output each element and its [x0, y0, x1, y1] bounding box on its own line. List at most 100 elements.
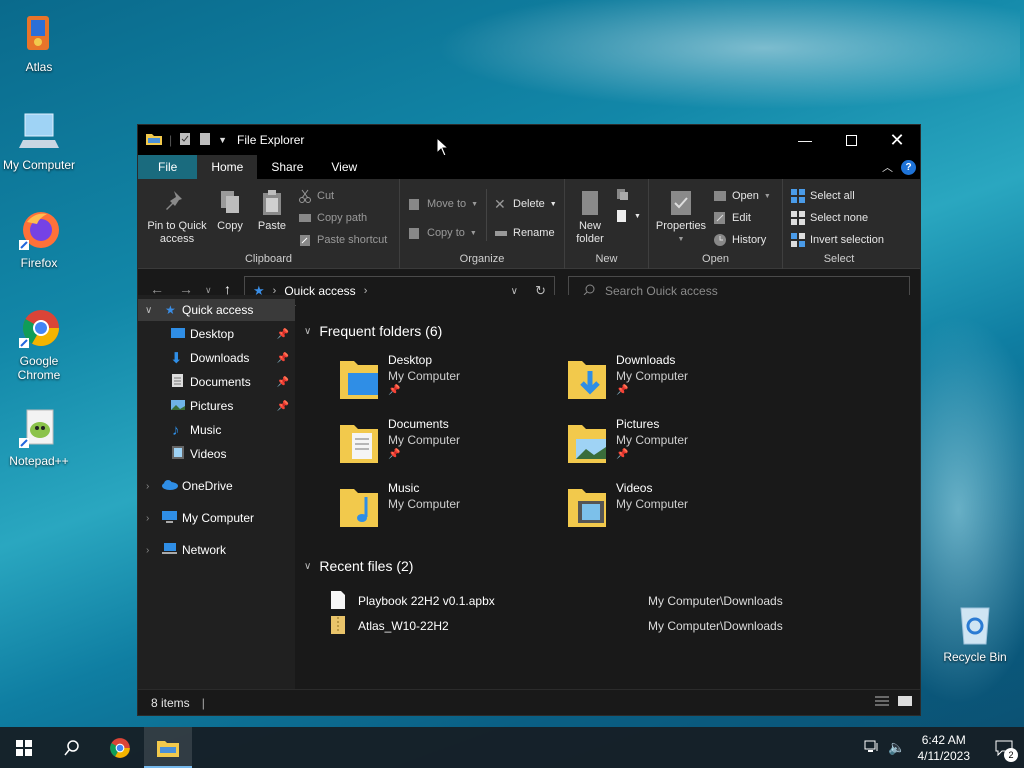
music-folder-icon — [338, 485, 380, 529]
properties-quick-icon[interactable] — [178, 132, 192, 149]
desktop-icon-atlas[interactable]: Atlas — [0, 12, 78, 74]
close-button[interactable]: ✕ — [874, 125, 920, 155]
history-label: History — [732, 234, 767, 246]
nav-item-documents[interactable]: Documents 📌 — [138, 371, 295, 393]
nav-item-downloads[interactable]: ⬇ Downloads 📌 — [138, 347, 295, 369]
nav-label: Documents — [190, 375, 251, 389]
section-header-frequent[interactable]: ∨ Frequent folders (6) — [304, 323, 442, 339]
desktop-icon-firefox[interactable]: Firefox — [0, 208, 78, 270]
download-arrow-icon: ⬇ — [170, 350, 183, 367]
paste-shortcut-button[interactable]: Paste shortcut — [298, 233, 387, 247]
section-header-recent[interactable]: ∨ Recent files (2) — [304, 558, 413, 574]
cut-label: Cut — [317, 190, 335, 202]
desktop-folder-icon — [338, 357, 380, 401]
folder-tile-desktop[interactable]: Desktop My Computer 📌 — [338, 353, 558, 409]
chevron-right-icon[interactable]: › — [146, 545, 149, 556]
easy-access-button[interactable]: ▼ — [615, 209, 641, 223]
desktop-icon-label: Atlas — [25, 60, 53, 74]
chrome-icon — [110, 737, 130, 758]
desktop-icon-my-computer[interactable]: My Computer — [0, 110, 78, 172]
nav-item-onedrive[interactable]: › OneDrive — [138, 475, 295, 497]
select-none-button[interactable]: Select none — [791, 211, 868, 225]
copy-button[interactable]: Copy — [212, 189, 248, 233]
nav-item-desktop[interactable]: Desktop 📌 — [138, 323, 295, 345]
paste-button[interactable]: Paste — [254, 189, 290, 233]
action-center-button[interactable]: 2 — [984, 727, 1024, 768]
easy-access-icon — [615, 209, 629, 223]
rename-button[interactable]: Rename — [494, 226, 555, 240]
group-clipboard: Pin to Quick access Copy Paste Cut Copy … — [138, 179, 400, 269]
chevron-down-icon[interactable]: ∨ — [304, 561, 311, 572]
scissors-icon — [298, 189, 312, 203]
customize-toolbar-icon[interactable]: ▼ — [218, 135, 227, 145]
desktop-icon-label: Notepad++ — [9, 454, 69, 468]
chevron-down-icon[interactable]: ∨ — [304, 326, 311, 337]
nav-item-network[interactable]: › Network — [138, 539, 295, 561]
minimize-button[interactable]: — — [782, 125, 828, 155]
tab-view[interactable]: View — [317, 155, 371, 179]
folder-tile-documents[interactable]: Documents My Computer 📌 — [338, 417, 558, 473]
open-button[interactable]: Open ▼ — [713, 189, 771, 203]
copy-path-button[interactable]: Copy path — [298, 211, 367, 225]
delete-button[interactable]: ✕ Delete ▼ — [494, 197, 557, 211]
nav-item-my-computer[interactable]: › My Computer — [138, 507, 295, 529]
new-item-button[interactable] — [615, 187, 629, 201]
window-title: File Explorer — [237, 133, 305, 147]
move-to-button[interactable]: Move to ▼ — [408, 197, 478, 211]
pin-to-quick-access-button[interactable]: Pin to Quick access — [144, 189, 210, 246]
tab-file[interactable]: File — [138, 155, 198, 179]
nav-item-quick-access[interactable]: ∨ ★ Quick access — [138, 299, 295, 321]
new-folder-label-1: New — [578, 220, 601, 232]
chevron-right-icon[interactable]: › — [146, 513, 149, 524]
chevron-down-icon[interactable]: ∨ — [145, 305, 152, 316]
help-icon[interactable]: ? — [901, 159, 916, 175]
desktop-icon-label: My Computer — [2, 158, 76, 172]
taskbar-file-explorer-button[interactable] — [144, 727, 192, 768]
recent-file-row[interactable]: Playbook 22H2 v0.1.apbx My Computer\Down… — [330, 590, 910, 612]
collapse-ribbon-icon[interactable]: ︿ — [882, 159, 893, 175]
ribbon-tabs: File Home Share View ︿ ? — [138, 155, 920, 179]
pin-icon — [164, 189, 190, 217]
folder-tile-music[interactable]: Music My Computer — [338, 481, 558, 537]
dropdown-arrow-icon: ▼ — [549, 200, 557, 208]
network-icon — [161, 542, 178, 559]
volume-icon[interactable]: 🔈 — [888, 739, 905, 756]
notification-count-badge: 2 — [1004, 748, 1018, 762]
nav-item-videos[interactable]: Videos — [138, 443, 295, 465]
cut-button[interactable]: Cut — [298, 189, 334, 203]
maximize-button[interactable] — [828, 125, 874, 155]
nav-item-music[interactable]: ♪ Music — [138, 419, 295, 441]
chevron-right-icon[interactable]: › — [146, 481, 149, 492]
details-view-icon[interactable] — [874, 695, 890, 710]
desktop-icon-chrome[interactable]: Google Chrome — [0, 306, 78, 382]
tab-home[interactable]: Home — [197, 155, 258, 179]
folder-tile-pictures[interactable]: Pictures My Computer 📌 — [566, 417, 786, 473]
file-location: My Computer\Downloads — [648, 619, 783, 633]
desktop-icon-notepadpp[interactable]: Notepad++ — [0, 406, 78, 468]
file-explorer-window: | ▼ File Explorer — ✕ File Home Share Vi… — [137, 124, 921, 716]
paste-icon — [259, 189, 285, 217]
title-bar[interactable]: | ▼ File Explorer — ✕ — [138, 125, 920, 157]
folder-tile-videos[interactable]: Videos My Computer — [566, 481, 786, 537]
network-status-icon[interactable] — [864, 739, 880, 756]
tab-share[interactable]: Share — [257, 155, 317, 179]
invert-selection-button[interactable]: Invert selection — [791, 233, 884, 247]
start-button[interactable] — [0, 727, 48, 768]
new-folder-button[interactable]: New folder — [571, 189, 609, 246]
properties-button[interactable]: Properties ▼ — [653, 189, 709, 246]
select-all-button[interactable]: Select all — [791, 189, 855, 203]
clock[interactable]: 6:42 AM 4/11/2023 — [918, 732, 971, 764]
recent-file-row[interactable]: Atlas_W10-22H2 My Computer\Downloads — [330, 615, 910, 637]
nav-label: Pictures — [190, 399, 234, 413]
mouse-cursor-icon — [436, 137, 450, 157]
edit-button[interactable]: Edit — [713, 211, 751, 225]
search-taskbar-button[interactable] — [48, 727, 96, 768]
desktop-icon-recycle-bin[interactable]: Recycle Bin — [936, 602, 1014, 664]
copy-to-button[interactable]: Copy to ▼ — [408, 226, 477, 240]
new-folder-quick-icon[interactable] — [198, 132, 212, 149]
taskbar-chrome-button[interactable] — [96, 727, 144, 768]
nav-item-pictures[interactable]: Pictures 📌 — [138, 395, 295, 417]
history-button[interactable]: History — [713, 233, 766, 247]
large-icons-view-icon[interactable] — [897, 695, 913, 710]
folder-tile-downloads[interactable]: Downloads My Computer 📌 — [566, 353, 786, 409]
